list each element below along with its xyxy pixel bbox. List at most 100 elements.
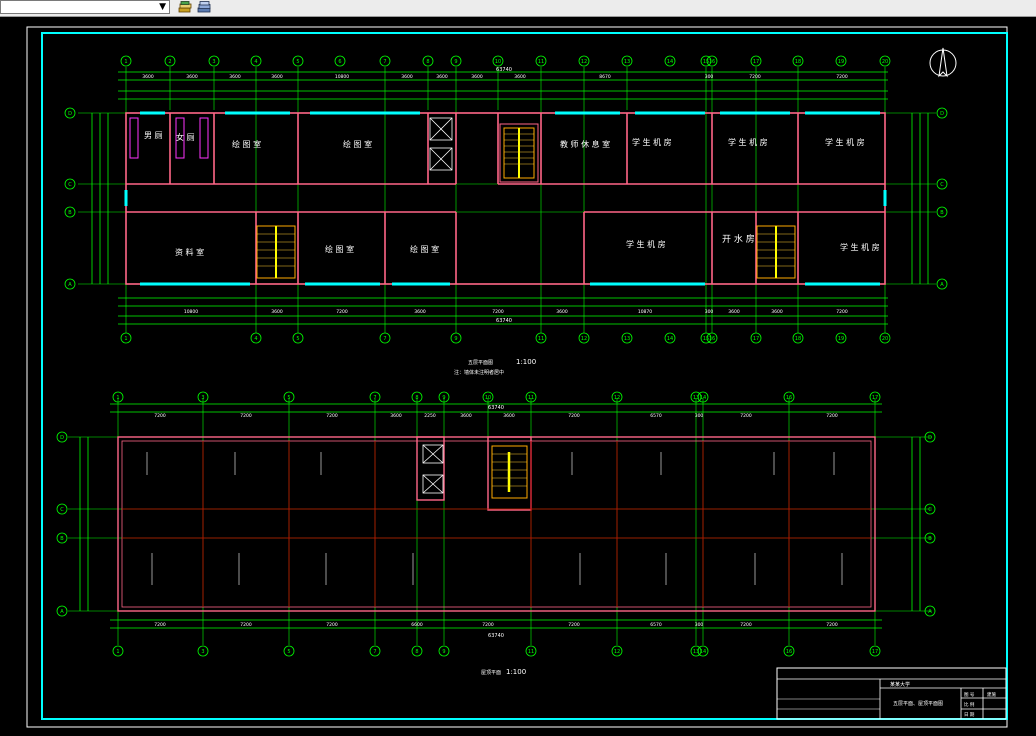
plan1-row-axis-label: B: [68, 210, 72, 216]
plan2-bottom-dimensions: 7200 7200 7200 6600 7200 7200 6570 300 7200 7200: [154, 622, 838, 628]
plan1-bottom-axis-label: 19: [838, 336, 844, 342]
plan1-note: 注：墙体未注明者居中: [454, 369, 504, 376]
plan2-top-axis-label: 5: [287, 395, 290, 401]
plan1-bottom-axis-label: 9: [454, 336, 457, 342]
dimension-text: 7200: [326, 622, 338, 628]
room-label-drawing-4: 绘 图 室: [410, 244, 439, 254]
dimension-text: 3600: [271, 74, 283, 80]
plan2-row-axis-label: D: [928, 435, 932, 441]
plan1-top-axis-label: 1: [124, 59, 127, 65]
dimension-text: 7200: [492, 309, 504, 315]
plan1-bottom-axis-label: 17: [753, 336, 759, 342]
plan1-total-dim-bottom: 63740: [496, 318, 512, 324]
plan1-row-axis-label: A: [68, 282, 72, 288]
plan2-bottom-axis-label: 16: [786, 649, 792, 655]
plan1-bottom-axis-label: 14: [667, 336, 673, 342]
dimension-text: 3600: [229, 74, 241, 80]
plan-2-roof: 1 3 5 7 8 9 10 11 12 13 14 16 17 1 3 5 7 8 9 11 12 13 14 16 17 …: [56, 391, 936, 676]
dimension-text: 6600: [411, 622, 423, 628]
plan1-top-axis-label: 20: [882, 59, 888, 65]
plan1-bottom-axis-label: 7: [383, 336, 386, 342]
plan2-title: 屋顶平面: [481, 670, 501, 676]
dimension-text: 7200: [336, 309, 348, 315]
dimension-text: 6570: [650, 413, 662, 419]
plan1-top-axis-label: 18: [795, 59, 801, 65]
dimension-text: 3600: [771, 309, 783, 315]
plan2-top-axis-label: 16: [786, 395, 792, 401]
plan2-top-axis-label: 10: [485, 395, 491, 401]
dimension-text: 3600: [186, 74, 198, 80]
plan2-top-axis-label: 7: [373, 395, 376, 401]
north-arrow-icon: [929, 47, 957, 78]
dimension-text: 3600: [471, 74, 483, 80]
plan1-top-axis-label: 6: [338, 59, 341, 65]
plan1-top-axis-label: 11: [538, 59, 544, 65]
toolbar: ▼: [0, 0, 1036, 17]
room-label-lab-1: 学 生 机 房: [632, 137, 672, 147]
plan1-top-axis-label: 12: [581, 59, 587, 65]
cad-drawing-canvas[interactable]: 男 厕 女 厕 绘 图 室 绘 图 室 绘 图 室 绘 图 室 教 师 休 息 …: [0, 17, 1036, 736]
plan1-top-axis-label: 3: [212, 59, 215, 65]
plan2-row-axis-bubbles: D D C C B B A A: [56, 431, 936, 617]
plan2-row-axis-label: B: [928, 536, 932, 542]
chevron-down-icon[interactable]: ▼: [159, 1, 166, 13]
plan1-bottom-axis-label: 11: [538, 336, 544, 342]
dimension-text: 6570: [650, 622, 662, 628]
plan1-bottom-axis-label: 16: [709, 336, 715, 342]
dimension-text: 7200: [836, 309, 848, 315]
room-label-drawing-1: 绘 图 室: [232, 139, 261, 149]
dimension-text: 3600: [728, 309, 740, 315]
plan1-bottom-axis-label: 1: [124, 336, 127, 342]
plan1-top-axis-label: 17: [753, 59, 759, 65]
plan1-top-axis-label: 13: [624, 59, 630, 65]
room-label-drawing-3: 绘 图 室: [325, 244, 354, 254]
dimension-text: 300: [695, 413, 704, 419]
dimension-text: 3600: [142, 74, 154, 80]
layer-dropdown[interactable]: ▼: [0, 0, 170, 14]
plan2-row-axis-label: C: [928, 507, 932, 513]
room-label-lab-4: 学 生 机 房: [626, 239, 666, 249]
layer-properties-icon[interactable]: [197, 1, 211, 14]
plan1-bottom-axis-label: 12: [581, 336, 587, 342]
dimension-text: 7200: [826, 413, 838, 419]
roof-parapet: [117, 436, 876, 612]
stair-icon: [491, 445, 528, 499]
title-block-r3: 日 期: [964, 712, 975, 718]
plan1-row-axis-label: D: [68, 111, 72, 117]
plan1-row-axis-bubbles: D D C C B B A A: [64, 107, 948, 290]
dimension-text: 10800: [184, 309, 198, 315]
dimension-text: 10800: [335, 74, 349, 80]
plan1-axis-lines: [125, 67, 886, 333]
plan2-row-axis-label: A: [928, 609, 932, 615]
title-block-drawing-name: 五层平面、屋顶平面图: [893, 701, 943, 707]
dimension-text: 7200: [326, 413, 338, 419]
plan2-total-dim-bottom: 63740: [488, 633, 504, 639]
layer-manager-icon[interactable]: [178, 1, 192, 14]
plan1-top-axis-bubbles: 1 2 3 4 5 6 7 8 9 10 11 12 13 14 15 16 17 18 19 20: [120, 55, 891, 67]
title-block-school: 某某大学: [890, 681, 910, 688]
plan1-top-axis-label: 4: [254, 59, 257, 65]
plan2-bottom-axis-label: 12: [614, 649, 620, 655]
plan1-row-axis-label: B: [940, 210, 944, 216]
room-label-toilet-f: 女 厕: [176, 132, 195, 142]
plan1-scale: 1:100: [516, 358, 536, 366]
dimension-text: 7200: [240, 622, 252, 628]
dimension-text: 300: [705, 74, 714, 80]
dimension-text: 3600: [460, 413, 472, 419]
plan2-top-axis-label: 9: [442, 395, 445, 401]
title-block: 某某大学 五层平面、屋顶平面图 图 号 比 例 日 期 建施: [776, 667, 1007, 720]
title-block-v1: 建施: [987, 691, 996, 698]
plan2-row-axis-label: B: [60, 536, 64, 542]
dimension-text: 7200: [826, 622, 838, 628]
plan1-row-axis-label: C: [68, 182, 72, 188]
dimension-text: 3600: [503, 413, 515, 419]
toilet-fixtures-icon: [129, 117, 209, 159]
plan1-top-dimensions: 3600 3600 3600 3600 10800 3600 3600 3600 3600 867…: [142, 74, 848, 80]
dimension-text: 3600: [514, 74, 526, 80]
room-label-lab-5: 学 生 机 房: [840, 242, 880, 252]
elevator-icon: [422, 444, 444, 494]
dimension-text: 3600: [414, 309, 426, 315]
dimension-text: 3600: [390, 413, 402, 419]
sheet-border: [26, 26, 1008, 728]
plan1-bottom-axis-bubbles: 1 4 5 7 9 11 12 13 14 15 16 17 18 19 20: [120, 332, 891, 344]
